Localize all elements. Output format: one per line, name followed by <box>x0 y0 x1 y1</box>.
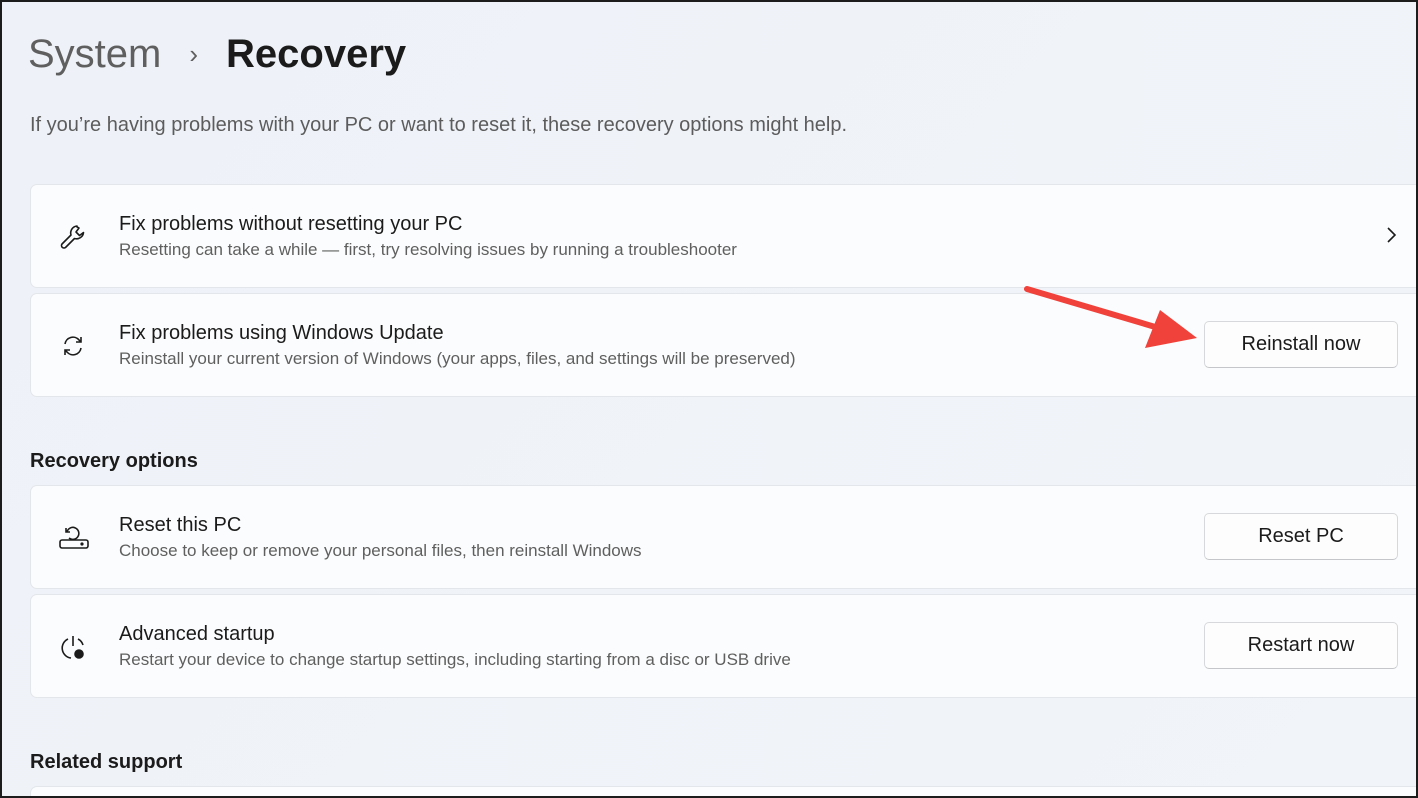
card-subtitle: Restart your device to change startup se… <box>119 650 791 670</box>
card-subtitle: Reinstall your current version of Window… <box>119 349 796 369</box>
restart-now-button[interactable]: Restart now <box>1204 622 1398 669</box>
related-support-card[interactable] <box>30 786 1416 796</box>
card-subtitle: Resetting can take a while — first, try … <box>119 240 737 260</box>
page-description: If you’re having problems with your PC o… <box>30 114 847 137</box>
reset-pc-icon <box>57 522 89 554</box>
fix-without-reset-card[interactable]: Fix problems without resetting your PC R… <box>30 184 1416 288</box>
breadcrumb: System › Recovery <box>28 32 406 77</box>
page-title: Recovery <box>226 32 406 77</box>
advanced-startup-icon <box>57 631 89 663</box>
card-title: Advanced startup <box>119 623 275 646</box>
breadcrumb-separator: › <box>189 39 198 70</box>
card-subtitle: Choose to keep or remove your personal f… <box>119 541 642 561</box>
related-support-heading: Related support <box>30 751 182 774</box>
sync-icon <box>57 330 89 362</box>
breadcrumb-system[interactable]: System <box>28 32 161 77</box>
windows-update-card: Fix problems using Windows Update Reinst… <box>30 293 1416 397</box>
recovery-options-heading: Recovery options <box>30 450 198 473</box>
card-title: Fix problems without resetting your PC <box>119 213 462 236</box>
reinstall-now-button[interactable]: Reinstall now <box>1204 321 1398 368</box>
wrench-icon <box>57 221 89 253</box>
advanced-startup-card: Advanced startup Restart your device to … <box>30 594 1416 698</box>
card-title: Fix problems using Windows Update <box>119 322 444 345</box>
reset-pc-card: Reset this PC Choose to keep or remove y… <box>30 485 1416 589</box>
reset-pc-button[interactable]: Reset PC <box>1204 513 1398 560</box>
chevron-right-icon[interactable] <box>1379 223 1403 247</box>
settings-window: System › Recovery If you’re having probl… <box>2 2 1416 796</box>
card-title: Reset this PC <box>119 514 241 537</box>
